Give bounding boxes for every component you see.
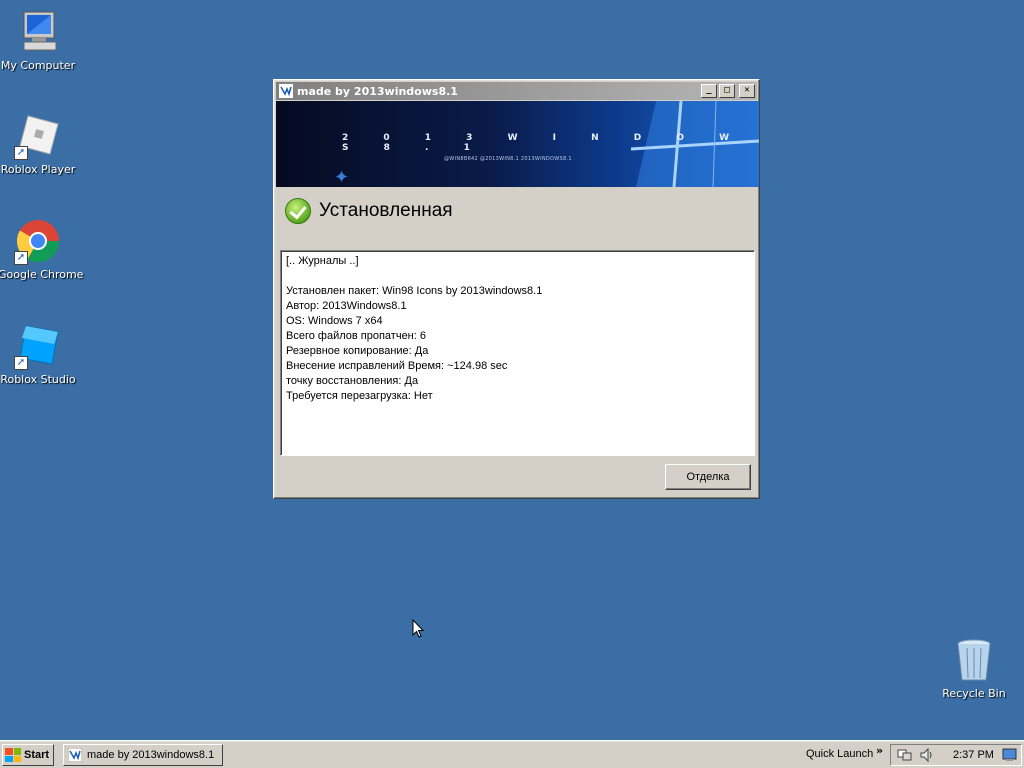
mouse-cursor-icon xyxy=(412,619,424,638)
app-icon xyxy=(279,84,293,98)
windows-logo-icon xyxy=(5,748,21,762)
title-bar[interactable]: made by 2013windows8.1 _ □ ✕ xyxy=(276,82,757,100)
start-button[interactable]: Start xyxy=(2,744,54,766)
desktop-icon-label: Roblox Studio xyxy=(0,373,76,386)
roblox-player-icon: ➚ xyxy=(14,112,62,160)
recycle-bin-icon xyxy=(950,636,998,684)
star-icon: ✦ xyxy=(334,167,350,187)
banner-image: 2 0 1 3 W I N D O W S 8 . 1 @WIN8B642 @2… xyxy=(276,101,759,187)
log-line: Резервное копирование: Да xyxy=(286,345,429,357)
check-icon xyxy=(285,198,311,224)
app-icon xyxy=(67,747,83,763)
installer-dialog: made by 2013windows8.1 _ □ ✕ 2 0 1 3 W I… xyxy=(273,79,760,499)
finish-button[interactable]: Отделка xyxy=(665,464,751,490)
shortcut-arrow-icon: ➚ xyxy=(14,251,28,265)
maximize-button[interactable]: □ xyxy=(719,84,735,98)
roblox-studio-icon: ➚ xyxy=(14,322,62,370)
install-status: Установленная xyxy=(285,198,453,224)
log-line: Всего файлов пропатчен: 6 xyxy=(286,330,426,342)
desktop-icon-label: My Computer xyxy=(0,59,76,72)
desktop-icon-recycle-bin[interactable]: Recycle Bin xyxy=(934,636,1014,700)
taskbar-item-label: made by 2013windows8.1 xyxy=(87,749,215,761)
quick-launch-chevron-icon[interactable]: » xyxy=(876,744,883,757)
log-line: Внесение исправлений Время: ~124.98 sec xyxy=(286,360,508,372)
desktop-icon-label: Recycle Bin xyxy=(942,687,1006,700)
clock[interactable]: 2:37 PM xyxy=(953,749,994,761)
taskbar: Start made by 2013windows8.1 Quick Launc… xyxy=(0,740,1024,768)
log-line: OS: Windows 7 x64 xyxy=(286,315,383,327)
start-label: Start xyxy=(24,749,50,761)
close-button[interactable]: ✕ xyxy=(739,84,755,98)
desktop-icon-roblox-player[interactable]: ➚ Roblox Player xyxy=(0,112,78,176)
my-computer-icon xyxy=(14,8,62,56)
banner-socials: @WIN8B642 @2013WIN8.1 2013WINDOWS8.1 xyxy=(444,156,572,162)
log-line: Требуется перезагрузка: Нет xyxy=(286,390,433,402)
shortcut-arrow-icon: ➚ xyxy=(14,356,28,370)
log-line: [.. Журналы ..] xyxy=(286,255,359,267)
desktop-icon-label: Google Chrome xyxy=(0,268,84,281)
log-line: Автор: 2013Windows8.1 xyxy=(286,300,407,312)
log-line: Установлен пакет: Win98 Icons by 2013win… xyxy=(286,285,543,297)
quick-launch-label: Quick Launch xyxy=(806,748,874,760)
taskbar-item-installer[interactable]: made by 2013windows8.1 xyxy=(63,744,223,766)
window-title: made by 2013windows8.1 xyxy=(297,84,458,98)
banner-brand-text: 2 0 1 3 W I N D O W S 8 . 1 xyxy=(342,133,746,153)
desktop-icon-google-chrome[interactable]: ➚ Google Chrome xyxy=(0,217,84,281)
system-tray: 2:37 PM xyxy=(890,744,1022,766)
shortcut-arrow-icon: ➚ xyxy=(14,146,28,160)
status-text: Установленная xyxy=(319,200,453,221)
log-line: точку восстановления: Да xyxy=(286,375,419,387)
chrome-icon: ➚ xyxy=(14,217,62,265)
log-line-blank xyxy=(286,269,749,284)
volume-icon[interactable] xyxy=(919,747,935,763)
show-desktop-icon[interactable] xyxy=(1002,747,1018,763)
desktop-icon-label: Roblox Player xyxy=(0,163,76,176)
log-textbox[interactable]: [.. Журналы ..] Установлен пакет: Win98 … xyxy=(280,250,755,456)
minimize-button[interactable]: _ xyxy=(701,84,717,98)
network-icon[interactable] xyxy=(897,747,913,763)
desktop-icon-my-computer[interactable]: My Computer xyxy=(0,8,78,72)
desktop-icon-roblox-studio[interactable]: ➚ Roblox Studio xyxy=(0,322,78,386)
